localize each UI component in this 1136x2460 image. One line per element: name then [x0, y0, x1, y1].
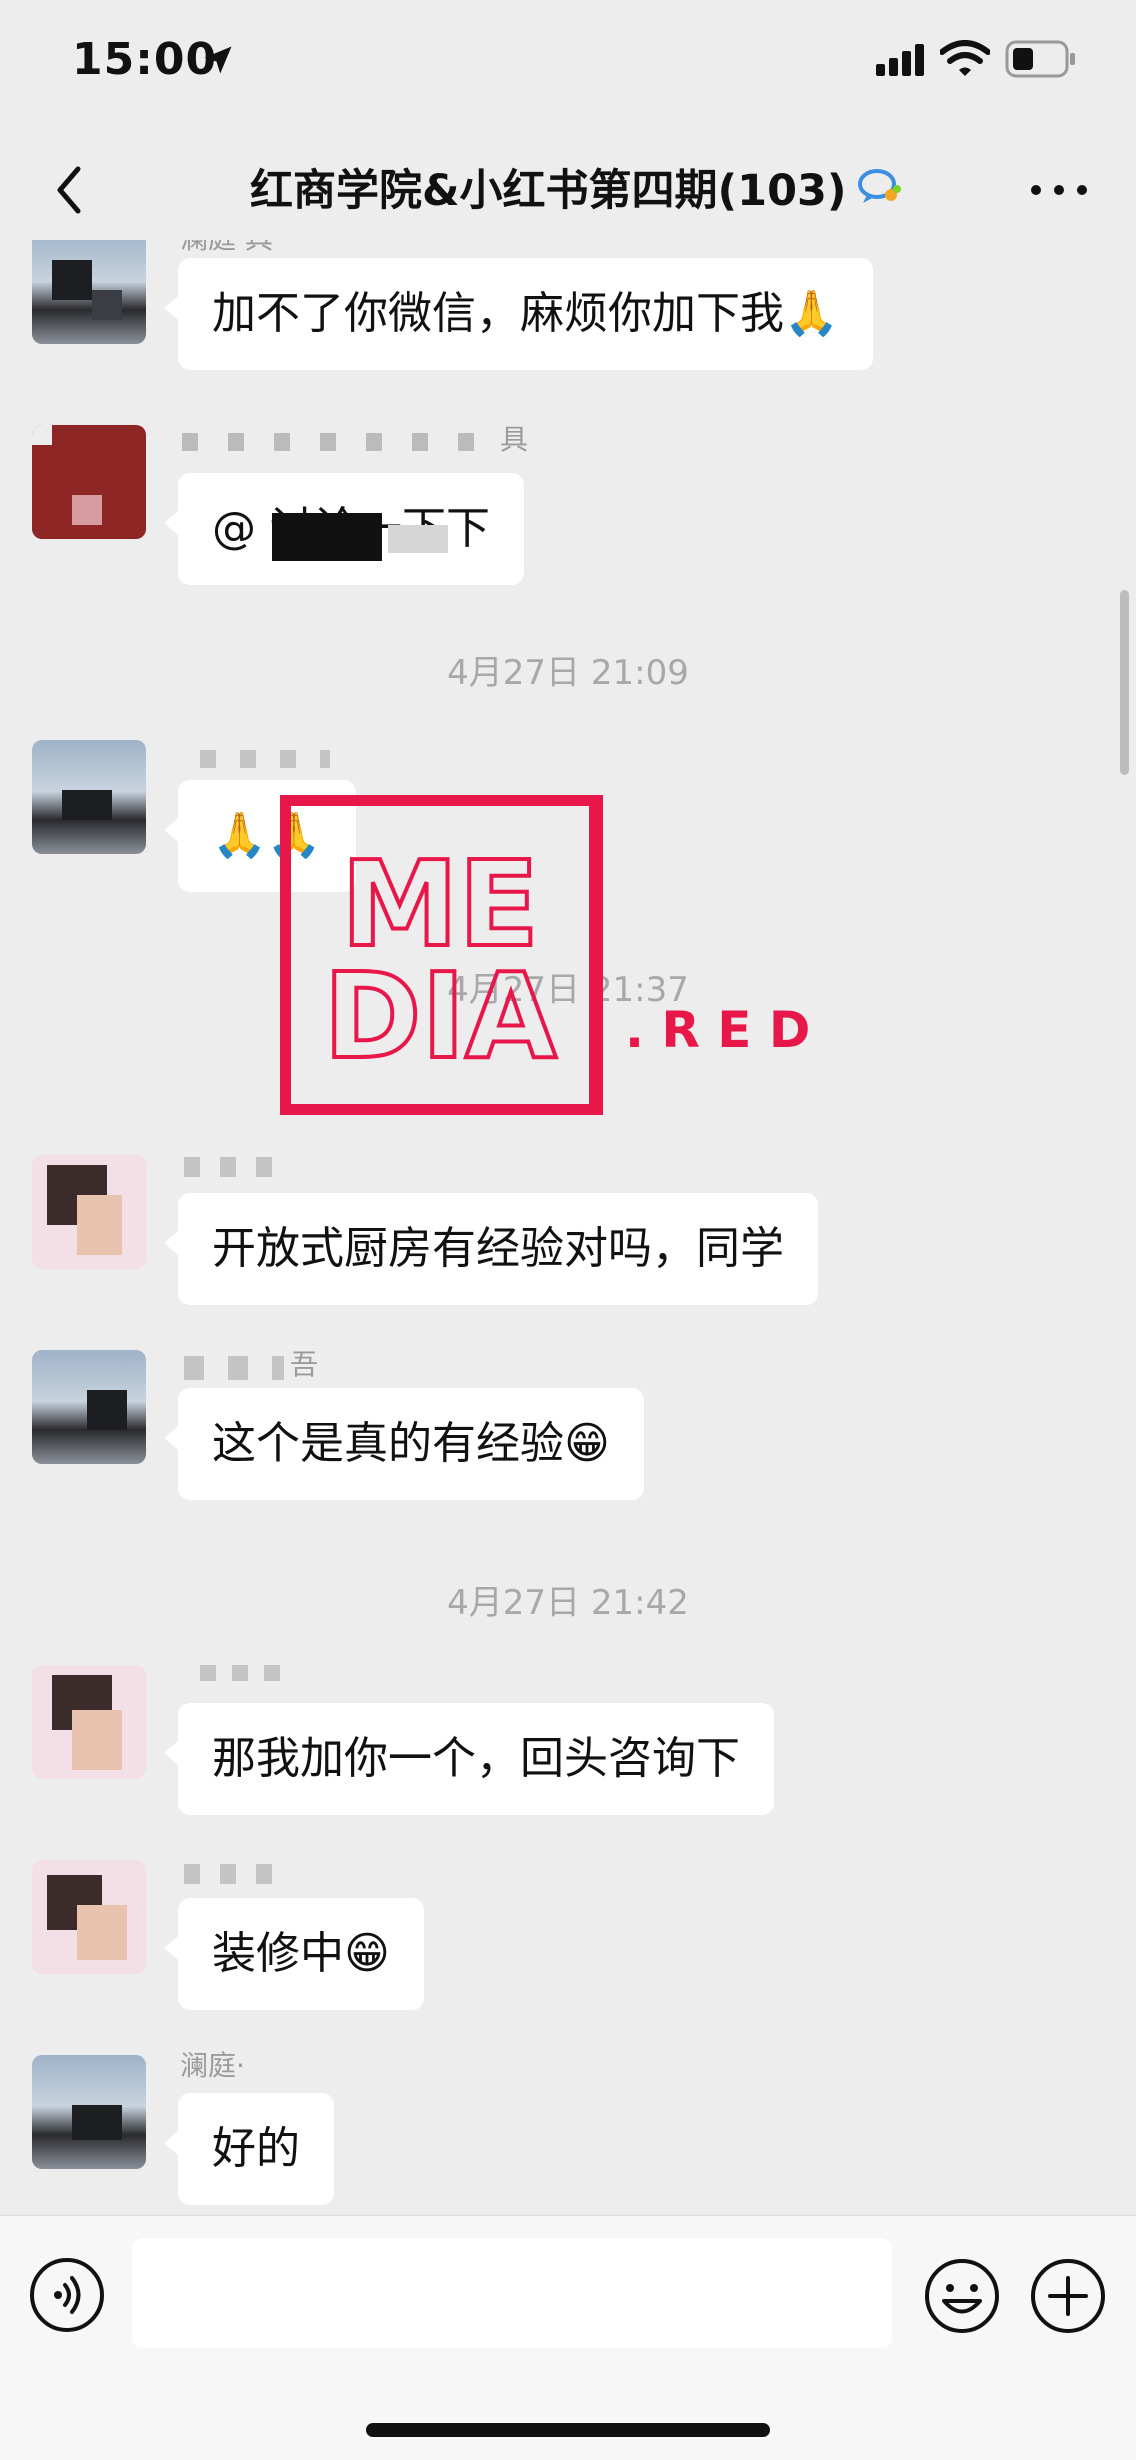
timestamp: 4月27日 21:37	[447, 970, 689, 1010]
signal-icon	[876, 44, 924, 76]
add-button[interactable]	[1028, 2256, 1108, 2336]
sender-name: 吾	[290, 1348, 319, 1381]
group-chat-icon	[857, 169, 901, 203]
message-bubble[interactable]: 🙏🙏	[164, 780, 356, 892]
page-title: 红商学院&小红书第四期(103)	[250, 166, 847, 216]
more-button[interactable]	[1024, 170, 1094, 210]
title-area: 红商学院&小红书第四期(103)	[250, 152, 903, 222]
home-indicator	[366, 2423, 770, 2437]
avatar[interactable]	[32, 1860, 146, 1974]
scrollbar[interactable]	[1120, 590, 1129, 775]
message-bubble[interactable]: 那我加你一个，回头咨询下	[164, 1703, 774, 1815]
message-bubble[interactable]: 好的	[164, 2093, 334, 2205]
avatar[interactable]	[32, 740, 146, 854]
redaction	[200, 1665, 280, 1681]
back-button[interactable]	[40, 155, 110, 225]
avatar[interactable]	[32, 425, 146, 539]
voice-button[interactable]	[28, 2256, 106, 2334]
message-bubble[interactable]: 加不了你微信，麻烦你加下我🙏	[164, 258, 873, 370]
redaction	[184, 1356, 284, 1380]
message-bubble[interactable]: 开放式厨房有经验对吗，同学	[164, 1193, 818, 1305]
status-time: 15:00	[72, 34, 218, 85]
nav-bar: 红商学院&小红书第四期(103)	[0, 130, 1136, 240]
sender-name: 具	[500, 423, 529, 456]
redaction	[200, 750, 330, 768]
back-icon	[57, 166, 81, 214]
add-icon	[1031, 2259, 1105, 2333]
avatar[interactable]	[32, 1665, 146, 1779]
battery-icon	[1005, 40, 1075, 78]
message-input[interactable]	[132, 2238, 892, 2348]
wifi-icon	[940, 40, 990, 76]
avatar[interactable]	[32, 1155, 146, 1269]
redaction	[184, 1157, 274, 1177]
message-bubble[interactable]: 这个是真的有经验😁	[164, 1388, 644, 1500]
redaction	[182, 433, 502, 451]
status-bar: 15:00	[0, 0, 1136, 130]
location-arrow-icon	[204, 46, 232, 74]
avatar[interactable]	[32, 2055, 146, 2169]
message-bubble[interactable]: 装修中😁	[164, 1898, 424, 2010]
avatar[interactable]	[32, 1350, 146, 1464]
emoji-icon	[925, 2259, 999, 2333]
timestamp: 4月27日 21:42	[447, 1583, 689, 1623]
timestamp: 4月27日 21:09	[447, 653, 689, 693]
voice-icon	[30, 2258, 104, 2332]
sender-name: 澜庭·具	[180, 240, 273, 256]
mention-redaction	[272, 513, 382, 561]
more-icon	[1031, 185, 1087, 195]
sender-name: 澜庭·	[180, 2049, 245, 2082]
avatar[interactable]	[32, 240, 146, 344]
redaction	[184, 1864, 274, 1884]
chat-area[interactable]: 澜庭·具 加不了你微信，麻烦你加下我🙏 具 @ 讨论一下下 4月27日 21:0…	[0, 240, 1136, 2215]
emoji-button[interactable]	[922, 2256, 1002, 2336]
